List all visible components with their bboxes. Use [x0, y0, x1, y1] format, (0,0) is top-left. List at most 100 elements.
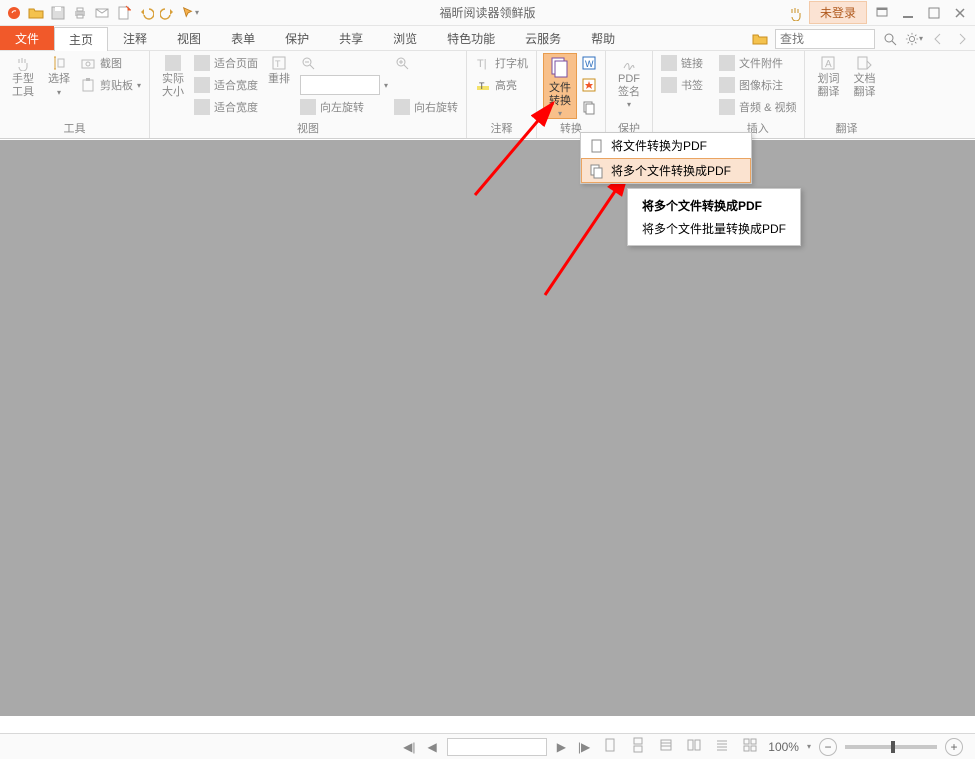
- hand-tool-label: 手型 工具: [12, 73, 34, 98]
- tab-file[interactable]: 文件: [0, 26, 54, 50]
- snapshot-label: 截图: [100, 55, 122, 71]
- next-page-icon[interactable]: ▶: [555, 740, 568, 754]
- snapshot-button[interactable]: 截图: [78, 53, 143, 73]
- file-convert-button[interactable]: 文件 转换▾: [543, 53, 577, 119]
- tab-home[interactable]: 主页: [54, 27, 108, 51]
- document-viewport: [0, 140, 975, 716]
- close-icon[interactable]: [949, 4, 971, 22]
- image-annot-button[interactable]: 图像标注: [717, 75, 798, 95]
- tab-protect[interactable]: 保护: [270, 26, 324, 50]
- ribbon-group-tools: 手型 工具 选择▾ 截图 剪贴板▾ 工具: [0, 51, 150, 138]
- open-folder-icon[interactable]: [26, 3, 46, 23]
- hand-icon[interactable]: [787, 4, 805, 22]
- minimize-icon[interactable]: [897, 4, 919, 22]
- word-translate-label: 划词 翻译: [817, 73, 839, 98]
- rotate-left-button[interactable]: 向左旋转: [298, 97, 390, 117]
- hand-tool-button[interactable]: 手型 工具: [6, 53, 40, 98]
- gear-icon[interactable]: ▾: [905, 30, 923, 48]
- zoom-out-button[interactable]: [298, 53, 390, 73]
- fit-visible-button[interactable]: 适合宽度: [192, 97, 260, 117]
- zoom-in-button-status[interactable]: +: [945, 738, 963, 756]
- print-icon[interactable]: [70, 3, 90, 23]
- pdf-sign-button[interactable]: PDF 签名▾: [612, 53, 646, 109]
- pdf-sign-label: PDF 签名: [618, 73, 640, 98]
- login-button[interactable]: 未登录: [809, 1, 867, 24]
- tab-share[interactable]: 共享: [324, 26, 378, 50]
- prev-page-icon[interactable]: ◀: [425, 740, 438, 754]
- zoom-in-button[interactable]: [392, 53, 460, 73]
- email-icon[interactable]: [92, 3, 112, 23]
- quick-access-toolbar: ▾: [0, 3, 200, 23]
- rotate-right-button[interactable]: 向右旋转: [392, 97, 460, 117]
- nav-next-icon[interactable]: [953, 30, 971, 48]
- link-icon: [661, 55, 677, 71]
- nav-prev-icon[interactable]: [929, 30, 947, 48]
- clipboard-label: 剪贴板: [100, 77, 133, 93]
- file-attach-label: 文件附件: [739, 55, 783, 71]
- reflow-button[interactable]: T重排: [262, 53, 296, 86]
- menu-item-multi-pdf[interactable]: 将多个文件转换成PDF: [581, 158, 751, 183]
- tooltip: 将多个文件转换成PDF 将多个文件批量转换成PDF: [627, 188, 801, 246]
- tab-cloud[interactable]: 云服务: [510, 26, 576, 50]
- convert-word-button[interactable]: W: [579, 53, 599, 73]
- rotate-left-icon: [300, 99, 316, 115]
- convert-star-button[interactable]: [579, 75, 599, 95]
- zoom-slider-handle[interactable]: [891, 741, 895, 753]
- clipboard-button[interactable]: 剪贴板▾: [78, 75, 143, 95]
- last-page-icon[interactable]: |▶: [576, 740, 592, 754]
- cursor-dropdown-icon[interactable]: ▾: [180, 3, 200, 23]
- audio-video-button[interactable]: 音频 & 视频: [717, 97, 798, 117]
- tab-feature[interactable]: 特色功能: [432, 26, 510, 50]
- tab-comment[interactable]: 注释: [108, 26, 162, 50]
- search-icon[interactable]: [881, 30, 899, 48]
- title-bar: ▾ 福昕阅读器领鲜版 未登录: [0, 0, 975, 26]
- fit-visible-label: 适合宽度: [214, 99, 258, 115]
- redo-icon[interactable]: [158, 3, 178, 23]
- view-mode3-icon[interactable]: [712, 737, 732, 756]
- view-mode4-icon[interactable]: [740, 737, 760, 756]
- fit-width-button[interactable]: 适合宽度: [192, 75, 260, 95]
- menubar-right: ▾: [751, 26, 971, 51]
- tab-view[interactable]: 视图: [162, 26, 216, 50]
- tab-help[interactable]: 帮助: [576, 26, 630, 50]
- titlebar-right-cluster: 未登录: [787, 1, 971, 24]
- zoom-slider[interactable]: [845, 745, 937, 749]
- zoom-combo[interactable]: ▾: [298, 75, 390, 95]
- zoom-combo-box[interactable]: [300, 75, 380, 95]
- doc-translate-button[interactable]: 文档 翻译: [847, 53, 881, 98]
- menu-item-single-pdf[interactable]: 将文件转换为PDF: [581, 133, 751, 158]
- zoom-percent-dropdown[interactable]: ▾: [807, 742, 811, 751]
- single-page-icon[interactable]: [600, 737, 620, 756]
- tab-form[interactable]: 表单: [216, 26, 270, 50]
- save-icon[interactable]: [48, 3, 68, 23]
- single-doc-icon: [589, 138, 605, 154]
- file-convert-label: 文件 转换: [549, 82, 571, 107]
- select-button[interactable]: 选择▾: [42, 53, 76, 97]
- typewriter-label: 打字机: [495, 55, 528, 71]
- zoom-out-button-status[interactable]: −: [819, 738, 837, 756]
- view-mode1-icon[interactable]: [656, 737, 676, 756]
- rotate-left-label: 向左旋转: [320, 99, 364, 115]
- link-label: 链接: [681, 55, 703, 71]
- convert-copy-button[interactable]: [579, 97, 599, 117]
- continuous-icon[interactable]: [628, 737, 648, 756]
- folder-fav-icon[interactable]: [751, 30, 769, 48]
- view-mode2-icon[interactable]: [684, 737, 704, 756]
- tab-browse[interactable]: 浏览: [378, 26, 432, 50]
- new-doc-icon[interactable]: [114, 3, 134, 23]
- file-attach-icon: [719, 55, 735, 71]
- page-number-input[interactable]: [447, 738, 547, 756]
- fit-page-button[interactable]: 适合页面: [192, 53, 260, 73]
- search-input[interactable]: [775, 29, 875, 49]
- word-translate-button[interactable]: A划词 翻译: [811, 53, 845, 98]
- bookmark-button[interactable]: 书签: [659, 75, 705, 95]
- maximize-icon[interactable]: [923, 4, 945, 22]
- file-attach-button[interactable]: 文件附件: [717, 53, 798, 73]
- ribbon-min-icon[interactable]: [871, 4, 893, 22]
- actual-size-button[interactable]: 实际 大小: [156, 53, 190, 98]
- highlight-button[interactable]: T高亮: [473, 75, 530, 95]
- first-page-icon[interactable]: ◀|: [401, 740, 417, 754]
- typewriter-button[interactable]: T|打字机: [473, 53, 530, 73]
- undo-icon[interactable]: [136, 3, 156, 23]
- link-button[interactable]: 链接: [659, 53, 705, 73]
